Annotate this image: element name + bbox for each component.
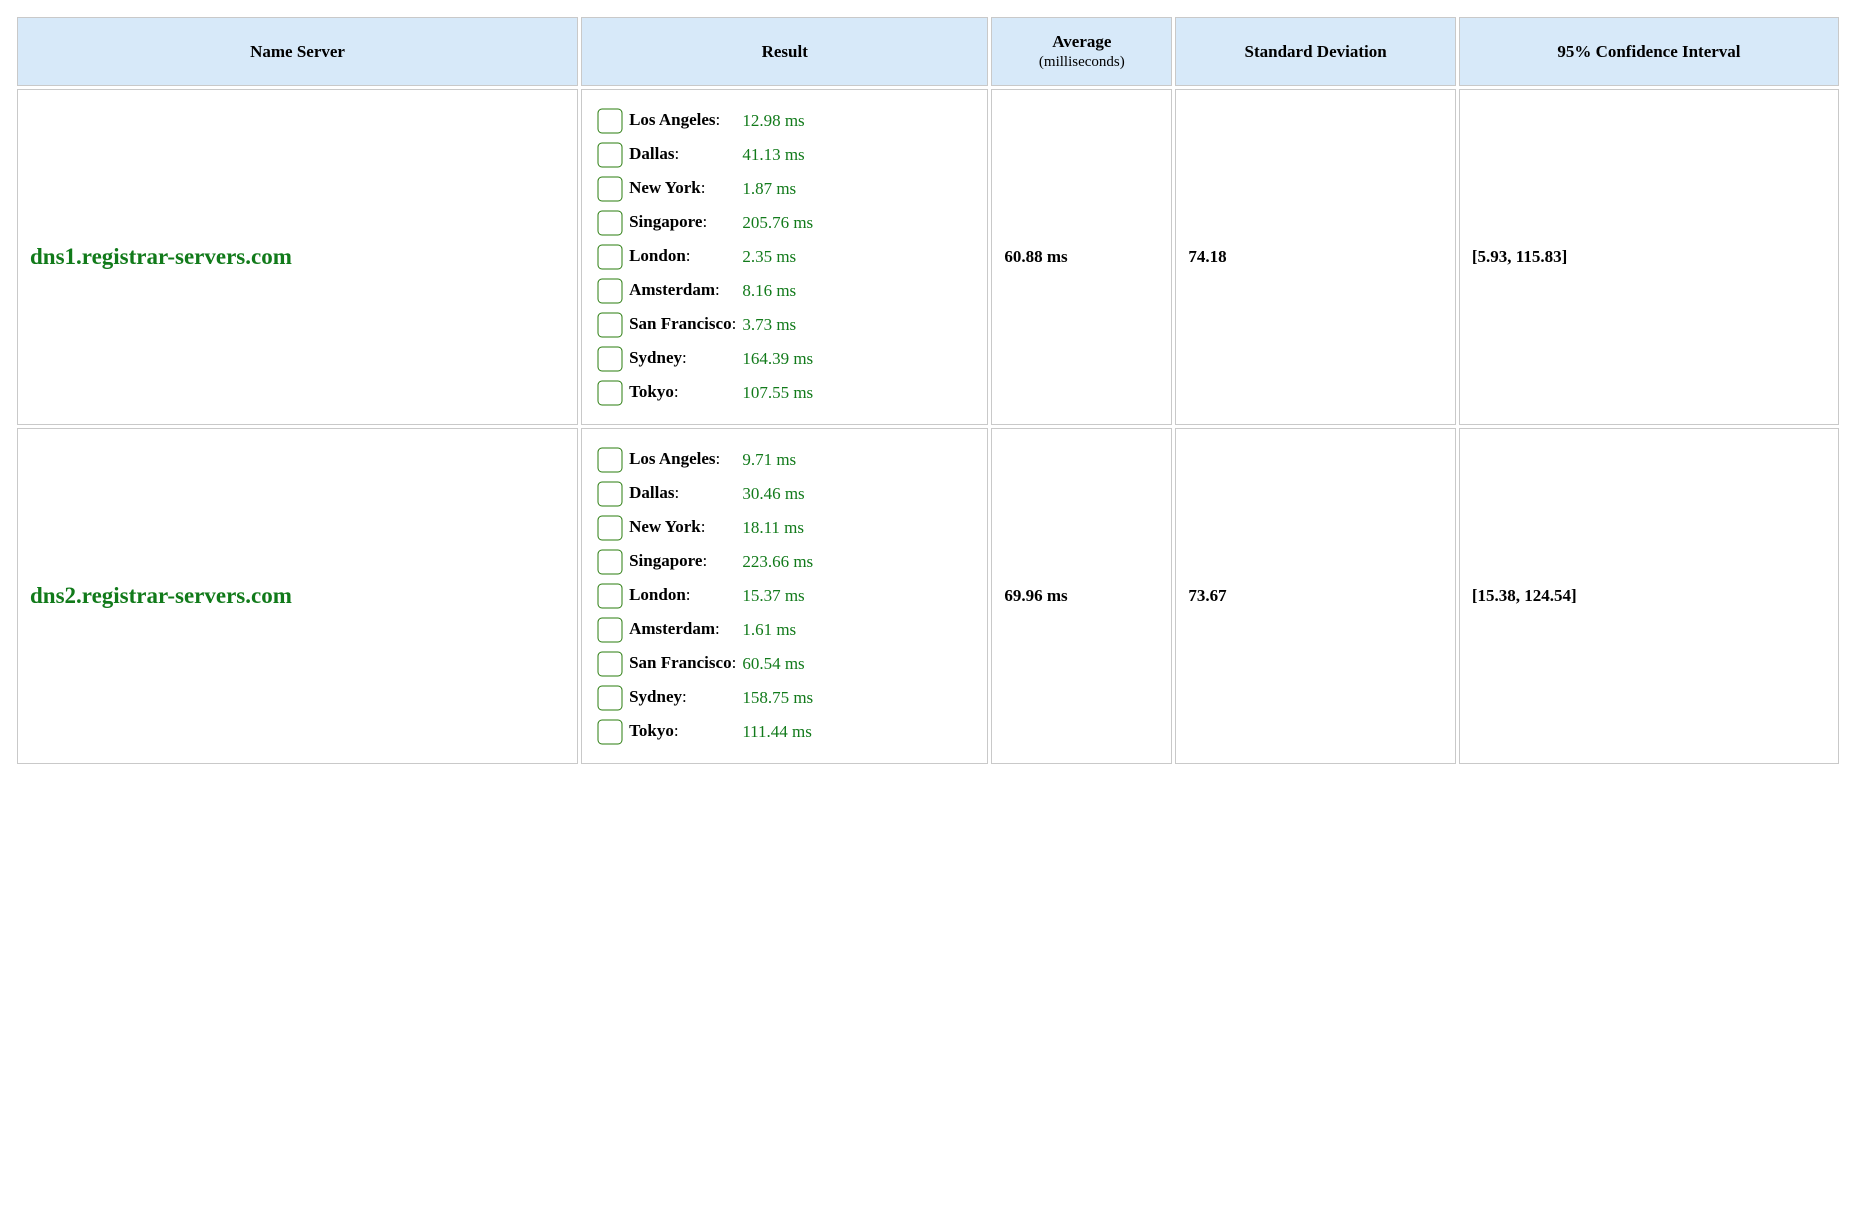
std-dev-value: 74.18 (1175, 89, 1456, 425)
result-city: Sydney (629, 687, 682, 706)
result-city: Dallas (629, 144, 674, 163)
result-cell: Los Angeles:12.98 ms Dallas:41.13 ms New… (581, 89, 988, 425)
result-city: New York (629, 517, 701, 536)
result-item: Amsterdam:8.16 ms (594, 274, 816, 308)
table-row: dns1.registrar-servers.com Los Angeles:1… (17, 89, 1839, 425)
result-ms: 60.54 ms (739, 647, 816, 681)
result-ms: 1.61 ms (739, 613, 816, 647)
result-ms: 15.37 ms (739, 579, 816, 613)
result-ms: 41.13 ms (739, 138, 816, 172)
result-city: Los Angeles (629, 449, 715, 468)
result-city: Tokyo (629, 721, 674, 740)
result-city: San Francisco (629, 314, 731, 333)
result-ms: 205.76 ms (739, 206, 816, 240)
header-row: Name Server Result Average (milliseconds… (17, 17, 1839, 86)
result-city: Sydney (629, 348, 682, 367)
result-city: Singapore (629, 551, 702, 570)
result-city: London (629, 246, 686, 265)
check-icon (597, 719, 623, 745)
check-icon (597, 651, 623, 677)
result-ms: 30.46 ms (739, 477, 816, 511)
header-name-server: Name Server (17, 17, 578, 86)
result-ms: 3.73 ms (739, 308, 816, 342)
std-dev-value: 73.67 (1175, 428, 1456, 764)
header-std-dev: Standard Deviation (1175, 17, 1456, 86)
result-item: Singapore:223.66 ms (594, 545, 816, 579)
check-icon (597, 380, 623, 406)
result-city: New York (629, 178, 701, 197)
ci-value: [5.93, 115.83] (1459, 89, 1839, 425)
average-value: 69.96 ms (991, 428, 1172, 764)
result-ms: 18.11 ms (739, 511, 816, 545)
check-icon (597, 685, 623, 711)
nameserver-name: dns1.registrar-servers.com (17, 89, 578, 425)
result-city: Singapore (629, 212, 702, 231)
result-city: Amsterdam (629, 280, 715, 299)
result-city: London (629, 585, 686, 604)
result-item: Dallas:41.13 ms (594, 138, 816, 172)
check-icon (597, 108, 623, 134)
result-item: Los Angeles:9.71 ms (594, 443, 816, 477)
result-city: Los Angeles (629, 110, 715, 129)
results-list: Los Angeles:12.98 ms Dallas:41.13 ms New… (594, 104, 816, 410)
result-item: Tokyo:107.55 ms (594, 376, 816, 410)
result-item: San Francisco:60.54 ms (594, 647, 816, 681)
check-icon (597, 481, 623, 507)
result-item: New York:1.87 ms (594, 172, 816, 206)
nameserver-name: dns2.registrar-servers.com (17, 428, 578, 764)
table-row: dns2.registrar-servers.com Los Angeles:9… (17, 428, 1839, 764)
header-ci: 95% Confidence Interval (1459, 17, 1839, 86)
result-city: Amsterdam (629, 619, 715, 638)
result-item: San Francisco:3.73 ms (594, 308, 816, 342)
nameserver-table: Name Server Result Average (milliseconds… (14, 14, 1842, 767)
header-average-sub: (milliseconds) (1000, 54, 1163, 71)
average-value: 60.88 ms (991, 89, 1172, 425)
header-average: Average (milliseconds) (991, 17, 1172, 86)
results-list: Los Angeles:9.71 ms Dallas:30.46 ms New … (594, 443, 816, 749)
result-ms: 107.55 ms (739, 376, 816, 410)
result-item: New York:18.11 ms (594, 511, 816, 545)
result-ms: 1.87 ms (739, 172, 816, 206)
result-city: Tokyo (629, 382, 674, 401)
result-item: Sydney:158.75 ms (594, 681, 816, 715)
check-icon (597, 346, 623, 372)
check-icon (597, 617, 623, 643)
result-cell: Los Angeles:9.71 ms Dallas:30.46 ms New … (581, 428, 988, 764)
check-icon (597, 210, 623, 236)
check-icon (597, 142, 623, 168)
result-item: Los Angeles:12.98 ms (594, 104, 816, 138)
result-item: Dallas:30.46 ms (594, 477, 816, 511)
header-result: Result (581, 17, 988, 86)
result-ms: 223.66 ms (739, 545, 816, 579)
ci-value: [15.38, 124.54] (1459, 428, 1839, 764)
result-ms: 158.75 ms (739, 681, 816, 715)
result-ms: 8.16 ms (739, 274, 816, 308)
result-item: Singapore:205.76 ms (594, 206, 816, 240)
check-icon (597, 278, 623, 304)
check-icon (597, 244, 623, 270)
result-item: Sydney:164.39 ms (594, 342, 816, 376)
result-ms: 164.39 ms (739, 342, 816, 376)
result-city: Dallas (629, 483, 674, 502)
check-icon (597, 176, 623, 202)
result-ms: 111.44 ms (739, 715, 816, 749)
check-icon (597, 447, 623, 473)
result-item: Amsterdam:1.61 ms (594, 613, 816, 647)
result-city: San Francisco (629, 653, 731, 672)
result-item: London:2.35 ms (594, 240, 816, 274)
check-icon (597, 549, 623, 575)
result-ms: 2.35 ms (739, 240, 816, 274)
result-ms: 9.71 ms (739, 443, 816, 477)
check-icon (597, 515, 623, 541)
header-average-label: Average (1052, 32, 1111, 51)
check-icon (597, 583, 623, 609)
result-item: Tokyo:111.44 ms (594, 715, 816, 749)
result-ms: 12.98 ms (739, 104, 816, 138)
result-item: London:15.37 ms (594, 579, 816, 613)
check-icon (597, 312, 623, 338)
